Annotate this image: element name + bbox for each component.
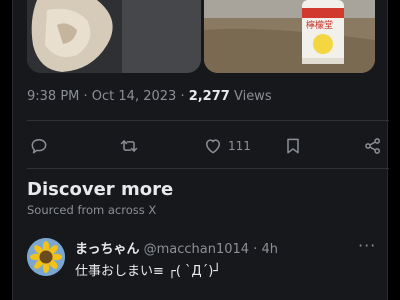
views-count: 2,277 xyxy=(188,89,230,104)
tweet-metadata: 9:38 PM · Oct 14, 2023 · 2,277 Views xyxy=(27,89,272,104)
tweet-detail-panel: 檸檬堂 9:38 PM · Oct 14, 2023 · 2,277 Views xyxy=(12,0,389,300)
meta-separator: · xyxy=(83,89,92,104)
retweet-button[interactable] xyxy=(119,133,139,159)
discover-more-subtitle: Sourced from across X xyxy=(27,203,157,217)
share-button[interactable] xyxy=(363,133,383,159)
divider xyxy=(27,120,389,121)
media-photo-drink[interactable]: 檸檬堂 xyxy=(204,0,375,73)
meta-separator: · xyxy=(180,89,189,104)
sunflower-avatar-image xyxy=(27,238,65,276)
tweet-action-bar: 111 xyxy=(27,133,380,159)
more-icon: ··· xyxy=(358,236,377,255)
svg-text:檸檬堂: 檸檬堂 xyxy=(306,19,333,31)
bookmark-icon xyxy=(287,138,299,154)
reply-icon xyxy=(31,139,47,154)
bookmark-button[interactable] xyxy=(283,133,303,159)
tweet-date[interactable]: Oct 14, 2023 xyxy=(92,89,177,104)
tweet-media: 檸檬堂 xyxy=(27,0,375,73)
heart-icon xyxy=(206,139,220,154)
reply-button[interactable] xyxy=(29,133,49,159)
media-photo-food[interactable] xyxy=(27,0,201,73)
post-media-preview xyxy=(75,294,375,300)
post-time[interactable]: 4h xyxy=(262,242,279,257)
avatar[interactable] xyxy=(27,238,65,276)
post-author-name[interactable]: まっちゃん xyxy=(75,242,139,257)
retweet-icon xyxy=(120,140,138,152)
post-author-handle[interactable]: @macchan1014 xyxy=(144,242,249,257)
post-separator: · xyxy=(253,242,258,257)
food-photo xyxy=(27,0,201,73)
discover-more-heading: Discover more xyxy=(27,179,174,200)
drink-photo: 檸檬堂 xyxy=(204,0,375,73)
tweet-time[interactable]: 9:38 PM xyxy=(27,89,79,104)
views-label: Views xyxy=(233,89,272,104)
post-text: 仕事おしまい≡ ┌( ˋДˊ)┘ xyxy=(75,264,222,279)
post-header: まっちゃん @macchan1014 · 4h xyxy=(75,238,278,257)
like-count: 111 xyxy=(228,139,251,153)
like-button[interactable]: 111 xyxy=(203,133,251,159)
share-icon xyxy=(365,138,380,154)
divider xyxy=(27,168,389,169)
more-options-button[interactable]: ··· xyxy=(358,236,376,255)
